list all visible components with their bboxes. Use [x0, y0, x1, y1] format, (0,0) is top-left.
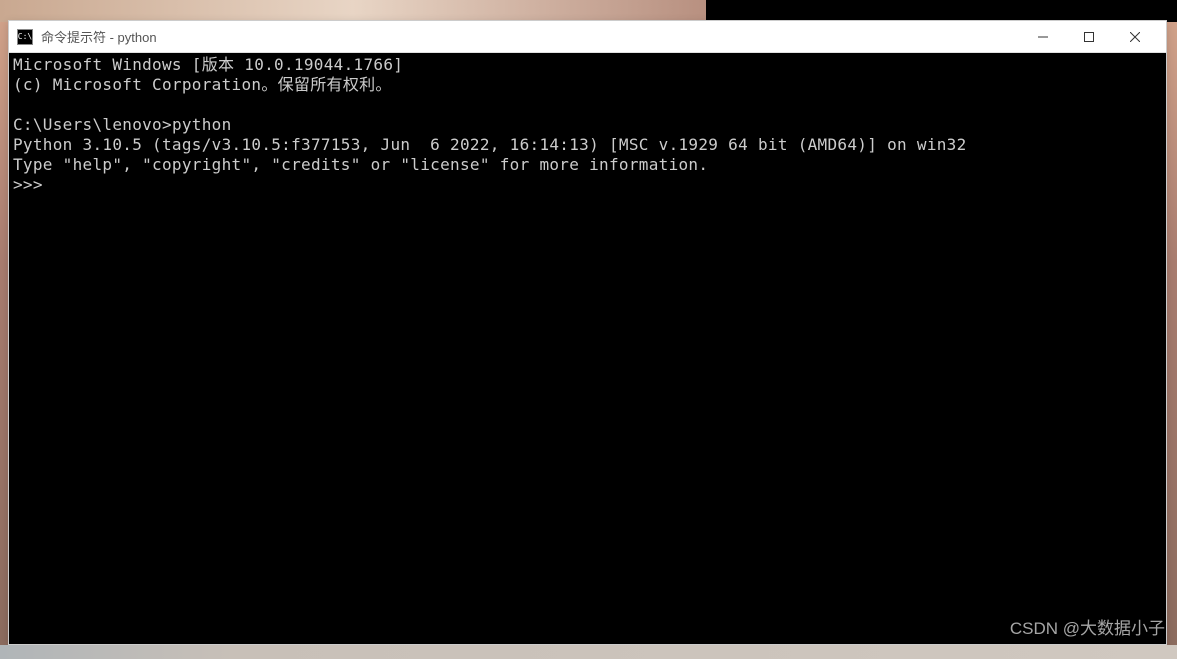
window-titlebar[interactable]: C:\ 命令提示符 - python [9, 21, 1166, 53]
cmd-icon: C:\ [17, 29, 33, 45]
terminal-line: Microsoft Windows [版本 10.0.19044.1766] [13, 55, 403, 74]
minimize-button[interactable] [1020, 22, 1066, 52]
desktop-background-bottom [0, 645, 1177, 659]
command-prompt-window: C:\ 命令提示符 - python Microsoft Windows [版本… [8, 20, 1167, 645]
close-button[interactable] [1112, 22, 1158, 52]
maximize-button[interactable] [1066, 22, 1112, 52]
window-title: 命令提示符 - python [41, 27, 1020, 46]
prompt-command: python [172, 115, 232, 134]
repl-prompt: >>> [13, 175, 53, 194]
terminal-line: (c) Microsoft Corporation。保留所有权利。 [13, 75, 392, 94]
desktop-background-top [0, 0, 1177, 22]
prompt-path: C:\Users\lenovo> [13, 115, 172, 134]
terminal-line: Python 3.10.5 (tags/v3.10.5:f377153, Jun… [13, 135, 967, 154]
window-controls [1020, 22, 1158, 52]
terminal-output[interactable]: Microsoft Windows [版本 10.0.19044.1766] (… [9, 53, 1166, 644]
watermark-text: CSDN @大数据小子 [1010, 614, 1165, 639]
terminal-line: Type "help", "copyright", "credits" or "… [13, 155, 708, 174]
